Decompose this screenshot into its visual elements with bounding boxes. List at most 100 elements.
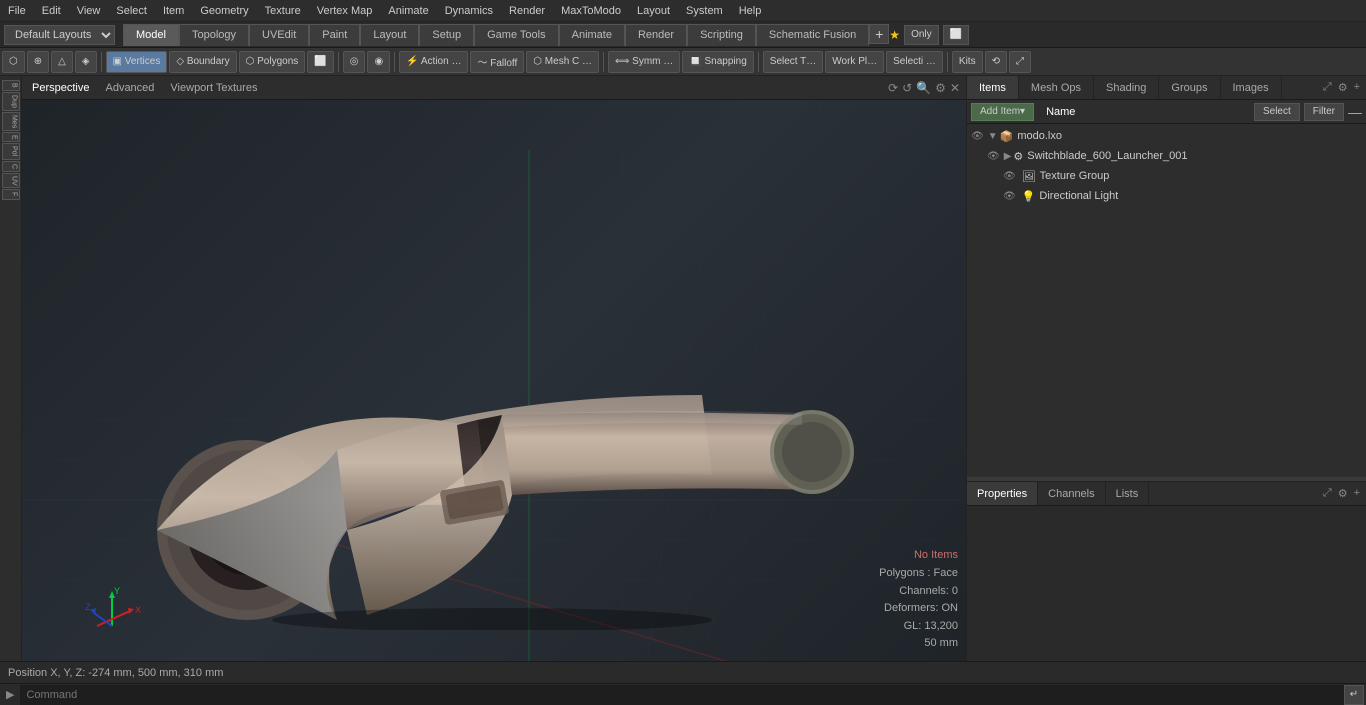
items-gear-icon[interactable]: ⚙	[1336, 80, 1350, 95]
visibility-icon-0[interactable]: 👁	[971, 131, 984, 142]
snapping-button[interactable]: 🔲 Snapping	[682, 51, 754, 73]
menu-maxtomodo[interactable]: MaxToModo	[553, 3, 629, 19]
tool-origin[interactable]: ⊕	[27, 51, 49, 73]
select-t-button[interactable]: Select T…	[763, 51, 824, 73]
menu-system[interactable]: System	[678, 3, 731, 19]
sidebar-btn-pol[interactable]: Pol	[2, 143, 20, 159]
tab-properties[interactable]: Properties	[967, 482, 1038, 505]
menu-edit[interactable]: Edit	[34, 3, 69, 19]
command-input[interactable]	[20, 685, 1344, 705]
symm-button[interactable]: ⟺ Symm …	[608, 51, 680, 73]
tab-render[interactable]: Render	[625, 24, 687, 46]
viewport-3d[interactable]: Y X Z No Items Polygons : Face Channels:…	[22, 100, 966, 661]
tool-hex[interactable]: ⬡	[2, 51, 25, 73]
rotate-button[interactable]: ⟲	[985, 51, 1007, 73]
menu-layout[interactable]: Layout	[629, 3, 678, 19]
tab-items[interactable]: Items	[967, 76, 1019, 99]
tab-meshops[interactable]: Mesh Ops	[1019, 76, 1094, 99]
tab-images[interactable]: Images	[1221, 76, 1282, 99]
maximize-button[interactable]: ⬜	[943, 25, 969, 45]
vp-tab-perspective[interactable]: Perspective	[28, 80, 93, 96]
polygons-button[interactable]: ⬡ Polygons	[239, 51, 306, 73]
vp-icon-refresh[interactable]: ↺	[902, 81, 912, 95]
fullscreen-button[interactable]: ⤢	[1009, 51, 1031, 73]
menu-texture[interactable]: Texture	[257, 3, 309, 19]
boundary-button[interactable]: ◇ Boundary	[169, 51, 236, 73]
sidebar-btn-c[interactable]: C	[2, 161, 20, 172]
items-select-button[interactable]: Select	[1254, 103, 1300, 121]
menu-item[interactable]: Item	[155, 3, 192, 19]
tab-model[interactable]: Model	[123, 24, 179, 46]
action-button[interactable]: ⚡ Action …	[399, 51, 468, 73]
vp-tab-advanced[interactable]: Advanced	[101, 80, 158, 96]
visibility-icon-1[interactable]: 👁	[987, 151, 1000, 162]
items-plus-icon[interactable]: +	[1352, 80, 1362, 95]
menu-file[interactable]: File	[0, 3, 34, 19]
tool-c1[interactable]: ◎	[343, 51, 366, 73]
menu-dynamics[interactable]: Dynamics	[437, 3, 501, 19]
tab-setup[interactable]: Setup	[419, 24, 474, 46]
tab-groups[interactable]: Groups	[1159, 76, 1220, 99]
menu-animate[interactable]: Animate	[380, 3, 436, 19]
tab-shading[interactable]: Shading	[1094, 76, 1159, 99]
sidebar-btn-b[interactable]: B	[2, 80, 20, 91]
add-item-button[interactable]: Add Item ▾	[971, 103, 1034, 121]
falloff-button[interactable]: 〜 Falloff	[470, 51, 524, 73]
menu-view[interactable]: View	[69, 3, 109, 19]
tab-lists[interactable]: Lists	[1106, 482, 1150, 505]
sidebar-btn-f[interactable]: F	[2, 189, 20, 199]
item-icon-0: 📦	[1000, 130, 1014, 143]
tab-schematic[interactable]: Schematic Fusion	[756, 24, 869, 46]
layout-dropdown[interactable]: Default Layouts	[4, 25, 115, 45]
expand-icon-1[interactable]: ▶	[1004, 151, 1012, 162]
visibility-icon-3[interactable]: 👁	[1003, 191, 1016, 202]
selecti-button[interactable]: Selecti …	[886, 51, 943, 73]
tab-animate[interactable]: Animate	[559, 24, 625, 46]
menu-vertexmap[interactable]: Vertex Map	[309, 3, 381, 19]
props-expand-icon[interactable]: ⤢	[1321, 486, 1334, 501]
vertices-button[interactable]: ▣ Vertices	[106, 51, 168, 73]
vp-icon-close[interactable]: ✕	[950, 81, 960, 95]
meshc-button[interactable]: ⬡ Mesh C …	[526, 51, 599, 73]
list-item[interactable]: 👁 💡 Directional Light	[967, 186, 1366, 206]
menu-geometry[interactable]: Geometry	[192, 3, 256, 19]
tab-channels[interactable]: Channels	[1038, 482, 1105, 505]
tab-paint[interactable]: Paint	[309, 24, 360, 46]
menu-select[interactable]: Select	[108, 3, 155, 19]
list-item[interactable]: 👁 🖼 Texture Group	[967, 166, 1366, 186]
items-expand-icon[interactable]: ⤢	[1321, 80, 1334, 95]
workpl-button[interactable]: Work Pl…	[825, 51, 884, 73]
vp-icon-zoom[interactable]: 🔍	[916, 81, 931, 95]
visibility-icon-2[interactable]: 👁	[1003, 171, 1016, 182]
tool-edge[interactable]: ◈	[75, 51, 97, 73]
items-filter-button[interactable]: Filter	[1304, 103, 1344, 121]
only-button[interactable]: Only	[904, 25, 939, 45]
tool-tri[interactable]: △	[51, 51, 73, 73]
command-go-button[interactable]: ↵	[1344, 685, 1364, 705]
add-layout-tab-button[interactable]: +	[869, 24, 889, 44]
kits-button[interactable]: Kits	[952, 51, 983, 73]
items-minus-button[interactable]: —	[1348, 104, 1362, 120]
sidebar-btn-e[interactable]: E	[2, 132, 20, 143]
vp-icon-settings[interactable]: ⚙	[935, 81, 946, 95]
expand-icon-0[interactable]: ▼	[988, 131, 998, 142]
menu-help[interactable]: Help	[731, 3, 770, 19]
list-item[interactable]: 👁 ▼ 📦 modo.lxo	[967, 126, 1366, 146]
menu-render[interactable]: Render	[501, 3, 553, 19]
vp-icon-move[interactable]: ⟳	[888, 81, 898, 95]
sidebar-btn-uv[interactable]: UV	[2, 173, 20, 189]
tab-layout[interactable]: Layout	[360, 24, 419, 46]
props-gear-icon[interactable]: ⚙	[1336, 486, 1350, 501]
props-plus-icon[interactable]: +	[1352, 486, 1362, 501]
list-item[interactable]: 👁 ▶ ⚙ Switchblade_600_Launcher_001	[967, 146, 1366, 166]
sidebar-btn-mesh[interactable]: Mes	[2, 112, 20, 131]
vp-tab-textures[interactable]: Viewport Textures	[166, 80, 261, 96]
tool-square[interactable]: ⬜	[307, 51, 333, 73]
tab-topology[interactable]: Topology	[179, 24, 249, 46]
tab-scripting[interactable]: Scripting	[687, 24, 756, 46]
sidebar-btn-dup[interactable]: Dup	[2, 92, 20, 111]
tab-gametools[interactable]: Game Tools	[474, 24, 559, 46]
tool-c2[interactable]: ◉	[367, 51, 390, 73]
item-label-3: Directional Light	[1039, 190, 1118, 202]
tab-uvedit[interactable]: UVEdit	[249, 24, 309, 46]
